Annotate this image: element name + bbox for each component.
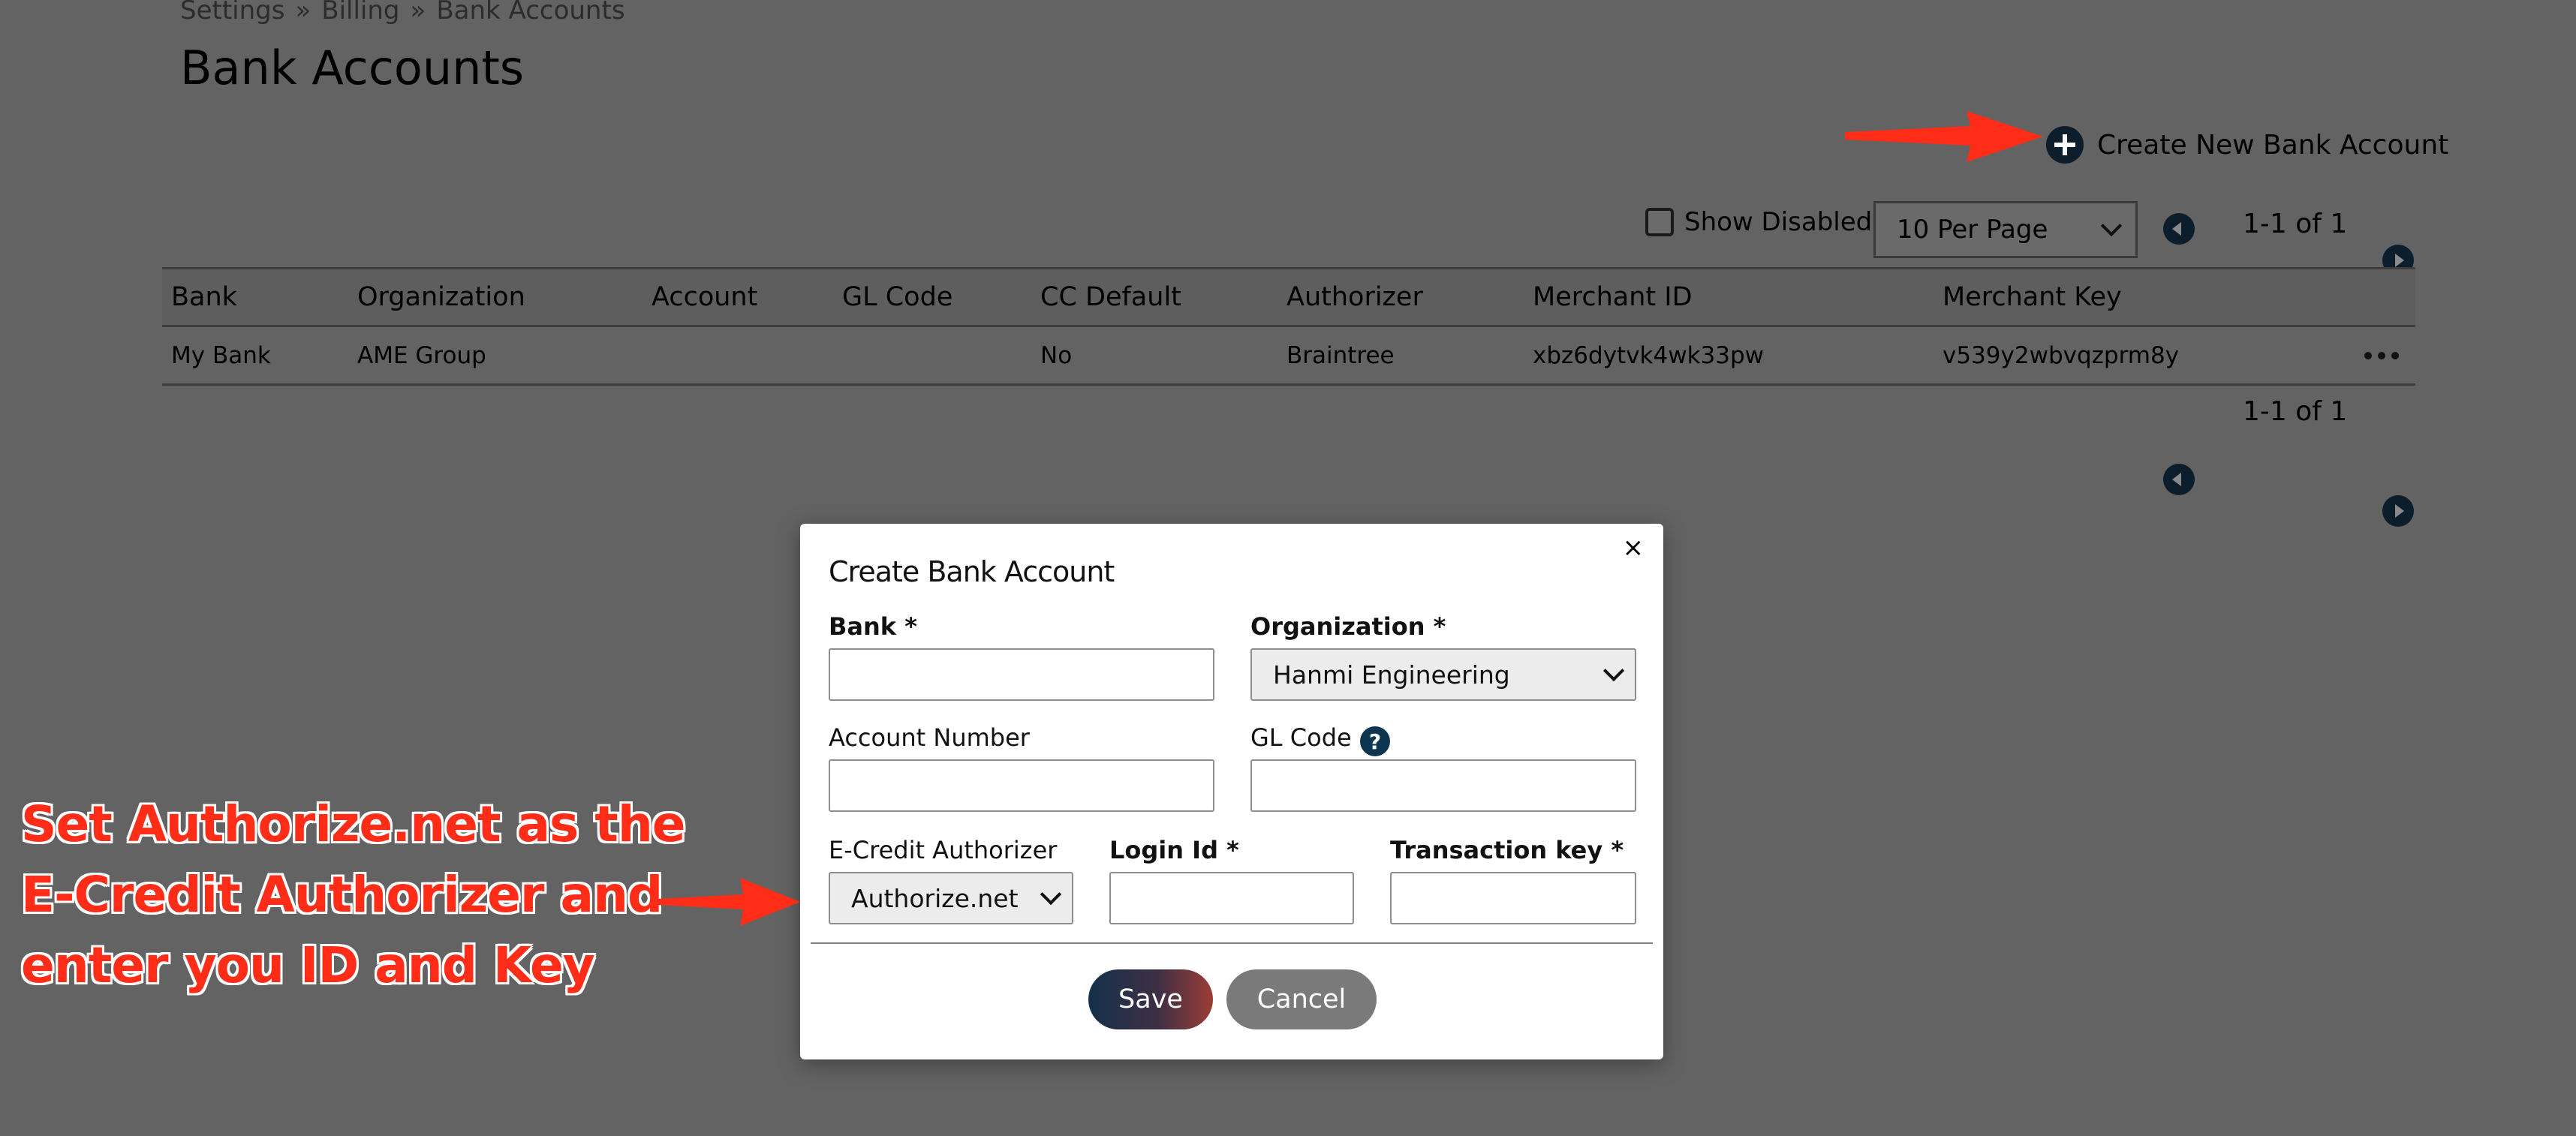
e-credit-authorizer-label: E-Credit Authorizer	[829, 836, 1058, 864]
account-number-input[interactable]	[829, 759, 1214, 812]
bank-accounts-table: Bank Organization Account GL Code CC Def…	[162, 267, 2415, 386]
plus-circle-icon	[2046, 126, 2084, 164]
show-disabled-checkbox[interactable]	[1645, 208, 1674, 236]
header-organization[interactable]: Organization	[357, 282, 525, 312]
header-merchant-key[interactable]: Merchant Key	[1943, 282, 2122, 312]
cell-organization: AME Group	[357, 341, 486, 369]
gl-code-label: GL Code	[1250, 723, 1352, 752]
login-id-input[interactable]	[1109, 872, 1354, 924]
table-row[interactable]: My Bank AME Group No Braintree xbz6dytvk…	[162, 327, 2415, 386]
annotation-arrow-authorizer	[658, 878, 800, 926]
chevron-down-icon	[1602, 660, 1625, 682]
header-cc-default[interactable]: CC Default	[1040, 282, 1181, 312]
header-gl-code[interactable]: GL Code	[842, 282, 952, 312]
breadcrumb: Settings » Billing » Bank Accounts	[180, 0, 625, 26]
breadcrumb-billing[interactable]: Billing	[321, 0, 399, 26]
cell-authorizer: Braintree	[1286, 341, 1395, 369]
breadcrumb-settings[interactable]: Settings	[180, 0, 284, 26]
header-account[interactable]: Account	[652, 282, 757, 312]
modal-title: Create Bank Account	[829, 555, 1115, 588]
breadcrumb-bank-accounts: Bank Accounts	[436, 0, 625, 26]
e-credit-authorizer-select[interactable]: Authorize.net	[829, 872, 1073, 924]
cancel-button[interactable]: Cancel	[1226, 969, 1377, 1029]
save-button[interactable]: Save	[1088, 969, 1213, 1029]
breadcrumb-separator: »	[410, 0, 426, 26]
breadcrumb-separator: »	[295, 0, 311, 26]
bank-label: Bank *	[829, 612, 917, 641]
organization-select[interactable]: Hanmi Engineering	[1250, 648, 1636, 701]
cell-cc-default: No	[1040, 341, 1073, 369]
pagination-text-bottom: 1-1 of 1	[2243, 396, 2348, 427]
cell-bank: My Bank	[171, 341, 271, 369]
bank-input[interactable]	[829, 648, 1214, 701]
chevron-down-icon	[2100, 215, 2123, 237]
header-bank[interactable]: Bank	[171, 282, 237, 312]
previous-page-icon[interactable]	[2163, 464, 2195, 495]
e-credit-authorizer-value: Authorize.net	[851, 883, 1019, 913]
pagination-text-top: 1-1 of 1	[2243, 209, 2348, 239]
chevron-down-icon	[1040, 883, 1062, 906]
page-title: Bank Accounts	[180, 41, 525, 95]
organization-label: Organization *	[1250, 612, 1446, 641]
create-new-bank-account-button[interactable]: Create New Bank Account	[2046, 126, 2448, 164]
modal-divider	[811, 942, 1653, 944]
annotation-arrow-create	[1845, 111, 2043, 162]
account-number-label: Account Number	[829, 723, 1030, 752]
transaction-key-input[interactable]	[1390, 872, 1636, 924]
annotation-line: enter you ID and Key	[21, 936, 595, 994]
close-icon[interactable]: ×	[1623, 533, 1645, 563]
table-header: Bank Organization Account GL Code CC Def…	[162, 267, 2415, 327]
login-id-label: Login Id *	[1109, 836, 1239, 864]
create-new-bank-account-label: Create New Bank Account	[2097, 129, 2449, 161]
cell-merchant-id: xbz6dytvk4wk33pw	[1533, 341, 1765, 369]
header-authorizer[interactable]: Authorizer	[1286, 282, 1423, 312]
annotation-text: Set Authorize.net as the E-Credit Author…	[21, 789, 697, 1001]
show-disabled-toggle[interactable]: Show Disabled	[1645, 207, 1872, 237]
next-page-icon[interactable]	[2382, 495, 2414, 527]
create-bank-account-modal: × Create Bank Account Bank * Organizatio…	[800, 524, 1663, 1059]
organization-value: Hanmi Engineering	[1273, 660, 1510, 690]
per-page-select[interactable]: 10 Per Page	[1873, 201, 2138, 258]
cell-merchant-key: v539y2wbvqzprm8y	[1943, 341, 2180, 369]
annotation-line: E-Credit Authorizer and	[21, 866, 663, 924]
previous-page-icon[interactable]	[2163, 213, 2195, 245]
show-disabled-label: Show Disabled	[1684, 207, 1873, 237]
help-icon[interactable]: ?	[1360, 726, 1390, 756]
header-merchant-id[interactable]: Merchant ID	[1533, 282, 1693, 312]
gl-code-input[interactable]	[1250, 759, 1636, 812]
more-options-icon[interactable]	[2364, 351, 2399, 359]
transaction-key-label: Transaction key *	[1390, 836, 1624, 864]
per-page-value: 10 Per Page	[1897, 215, 2048, 245]
annotation-line: Set Authorize.net as the	[21, 795, 686, 853]
